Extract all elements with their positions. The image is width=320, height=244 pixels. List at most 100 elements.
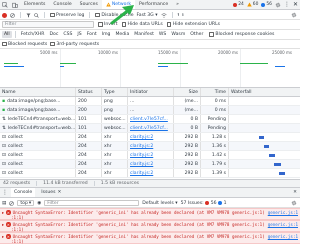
row-initiator[interactable]: clarity.js:2: [128, 133, 174, 141]
type-chip-ws[interactable]: WS: [157, 31, 168, 38]
type-chip-doc[interactable]: Doc: [48, 31, 61, 38]
console-settings-gear-icon[interactable]: [291, 200, 297, 206]
context-select[interactable]: top ▾: [17, 200, 35, 206]
tab-elements[interactable]: Elements: [20, 0, 49, 9]
expand-arrow-icon[interactable]: ▸: [2, 234, 4, 239]
tab-performance[interactable]: Performance: [135, 0, 172, 9]
kebab-menu-icon[interactable]: ⋮: [284, 1, 290, 8]
disable-cache-checkbox[interactable]: Disable cache: [95, 13, 134, 18]
issues-counter[interactable]: 57 Issues: 56 1: [181, 201, 227, 206]
close-tab-icon[interactable]: ✕: [58, 190, 62, 195]
export-icon[interactable]: ⭳: [182, 11, 184, 19]
table-row[interactable]: ⊡ collect 204 xhr clarity.js:2 292 B 1.39…: [0, 169, 300, 178]
inspect-element-icon[interactable]: [0, 0, 10, 9]
blocked-response-cookies-checkbox[interactable]: Blocked response cookies: [209, 32, 274, 37]
tab-elements-label: Elements: [24, 2, 46, 7]
clear-icon[interactable]: [10, 12, 15, 18]
column-header-type[interactable]: Type: [102, 88, 128, 96]
type-chip-css[interactable]: CSS: [61, 31, 74, 38]
table-row[interactable]: ⊡ collect 204 xhr clarity.js:2 292 B 1.42…: [0, 151, 300, 160]
tab-console[interactable]: Console: [49, 0, 75, 9]
throttling-select[interactable]: Fast 3G ▾: [137, 13, 158, 18]
console-error-message[interactable]: ▸ ✕ Uncaught SyntaxError: Identifier 'gene…: [0, 208, 300, 220]
warning-count-badge[interactable]: 60: [247, 2, 258, 7]
import-icon[interactable]: ⭱: [178, 11, 180, 19]
eye-icon[interactable]: ◉: [37, 201, 41, 206]
initiator-link[interactable]: clarity.js:2: [130, 144, 153, 149]
wifi-icon[interactable]: [160, 12, 167, 18]
initiator-link[interactable]: clarity.js:2: [130, 162, 153, 167]
search-icon[interactable]: [34, 12, 39, 18]
expand-arrow-icon[interactable]: ▸: [2, 222, 4, 227]
websocket-icon: ⇅: [2, 125, 6, 131]
initiator-link[interactable]: clarity.js:2: [130, 153, 153, 158]
type-chip-media[interactable]: Media: [113, 31, 131, 38]
drawer-menu-icon[interactable]: ⋮: [2, 189, 8, 196]
info-count-badge[interactable]: 56: [261, 2, 272, 7]
table-row[interactable]: ⇅ ledeTECn4#transport=web... 101 websoc..…: [0, 115, 300, 124]
initiator-link[interactable]: client.v7le57cf...: [130, 117, 168, 122]
row-initiator[interactable]: client.v7le57cf...: [128, 124, 174, 132]
error-count-badge[interactable]: 24: [233, 2, 244, 7]
column-header-size[interactable]: Size: [174, 88, 201, 96]
row-initiator[interactable]: client.v7le57cf...: [128, 115, 174, 123]
column-header-waterfall[interactable]: Waterfall: [229, 88, 300, 96]
column-header-name[interactable]: Name: [0, 88, 76, 96]
close-drawer-icon[interactable]: ✕: [293, 190, 300, 195]
type-chip-all[interactable]: All: [2, 31, 12, 38]
console-error-message[interactable]: ▸ ✕ Uncaught SyntaxError: Identifier 'gene…: [0, 232, 300, 244]
table-row[interactable]: ⊡ collect 204 xhr clarity.js:2 292 B 1.79…: [0, 160, 300, 169]
type-chip-font[interactable]: Font: [85, 31, 99, 38]
expand-arrow-icon[interactable]: ▸: [2, 210, 4, 215]
initiator-link[interactable]: client.v7le57cf...: [130, 126, 168, 131]
tab-sources[interactable]: Sources: [76, 0, 102, 9]
console-filter-input[interactable]: Filter: [44, 200, 140, 206]
drawer-tab-console[interactable]: Console: [11, 188, 36, 197]
network-overview[interactable]: 5000 ms 10000 ms 15000 ms 20000 ms 25000…: [0, 49, 300, 88]
preserve-log-checkbox[interactable]: Preserve log: [50, 13, 84, 18]
gear-icon[interactable]: [275, 2, 281, 8]
console-error-message[interactable]: ▸ ✕ Uncaught SyntaxError: Identifier 'gene…: [0, 220, 300, 232]
device-toolbar-icon[interactable]: [10, 0, 20, 9]
type-chip-other[interactable]: Other: [188, 31, 205, 38]
more-tabs-button[interactable]: »: [172, 0, 183, 9]
table-row[interactable]: ▪ data:image/png;base... 200 png ... (me.…: [0, 106, 300, 115]
type-chip-manifest[interactable]: Manifest: [132, 31, 156, 38]
hide-extension-urls-checkbox[interactable]: Hide extension URLs: [166, 22, 220, 27]
row-initiator[interactable]: clarity.js:2: [128, 151, 174, 159]
row-initiator[interactable]: clarity.js:2: [128, 169, 174, 177]
initiator-link[interactable]: clarity.js:2: [130, 171, 153, 176]
record-icon[interactable]: [2, 12, 7, 18]
table-row[interactable]: ⊡ collect 204 xhr clarity.js:2 292 B 1.28…: [0, 133, 300, 142]
type-chip-js[interactable]: JS: [75, 31, 83, 38]
invert-checkbox[interactable]: Invert: [98, 22, 118, 27]
column-header-initiator[interactable]: Initiator: [128, 88, 174, 96]
table-row[interactable]: ⇅ ledeTECn4#transport=web... 101 websoc..…: [0, 124, 300, 133]
initiator-link[interactable]: clarity.js:2: [130, 135, 153, 140]
row-initiator[interactable]: clarity.js:2: [128, 142, 174, 150]
third-party-requests-checkbox[interactable]: 3rd-party requests: [50, 42, 99, 47]
log-levels-select[interactable]: Default levels ▾: [142, 201, 177, 206]
filter-icon[interactable]: [26, 13, 31, 18]
error-source-link[interactable]: generic.js:1: [268, 210, 298, 215]
network-settings-gear-icon[interactable]: [291, 12, 297, 18]
error-source-link[interactable]: generic.js:1: [268, 234, 298, 239]
row-initiator[interactable]: clarity.js:2: [128, 160, 174, 168]
close-icon[interactable]: ✕: [293, 1, 298, 8]
clear-console-icon[interactable]: [9, 200, 15, 206]
error-source-link[interactable]: generic.js:1: [268, 222, 298, 227]
table-row[interactable]: ⊡ collect 204 xhr clarity.js:2 292 B 1.36…: [0, 142, 300, 151]
table-row[interactable]: ▪ data:image/png;base... 200 png ... (me.…: [0, 97, 300, 106]
type-chip-wasm[interactable]: Wasm: [169, 31, 187, 38]
type-chip-fetch-xhr[interactable]: Fetch/XHR: [19, 31, 47, 38]
column-header-time[interactable]: Time: [201, 88, 229, 96]
hide-data-urls-checkbox[interactable]: Hide data URLs: [121, 22, 163, 27]
row-type: xhr: [102, 133, 128, 141]
drawer-tab-issues[interactable]: Issues ✕: [38, 188, 64, 197]
column-header-status[interactable]: Status: [76, 88, 102, 96]
blocked-requests-checkbox[interactable]: Blocked requests: [2, 42, 47, 47]
filter-input[interactable]: Filter: [2, 21, 94, 28]
type-chip-img[interactable]: Img: [100, 31, 113, 38]
tab-network[interactable]: Network: [101, 0, 136, 9]
sidebar-toggle-icon[interactable]: ▤: [2, 201, 6, 206]
